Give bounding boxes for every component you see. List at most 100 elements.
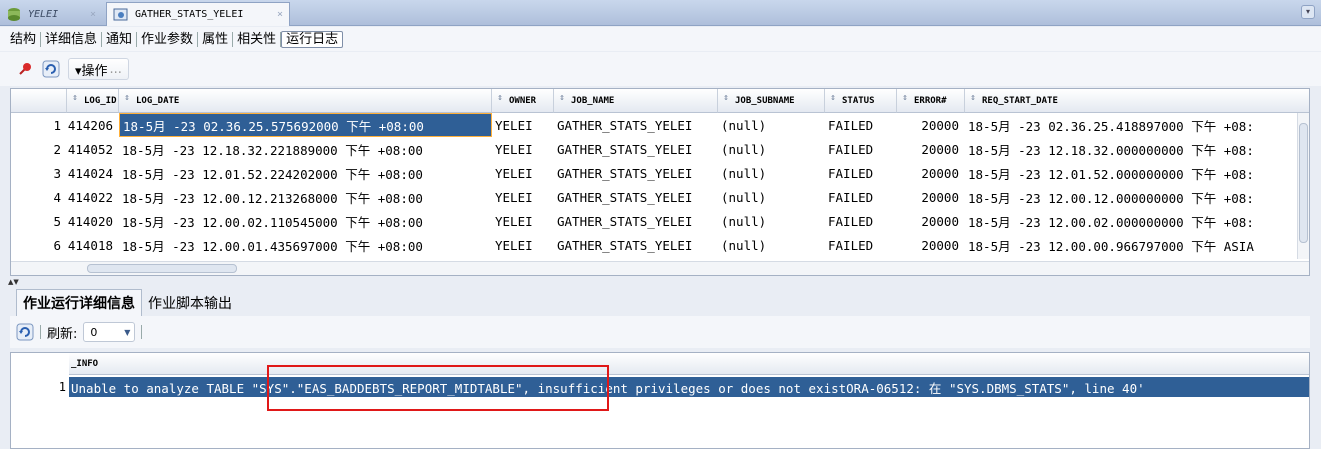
sort-icon: ⇕: [902, 92, 908, 103]
cell-job-subname[interactable]: (null): [718, 233, 825, 257]
column-header-status[interactable]: ⇕ STATUS: [825, 89, 897, 113]
cell-error[interactable]: 20000: [897, 233, 965, 257]
refresh-label: 刷新:: [47, 326, 78, 342]
cell-status[interactable]: FAILED: [825, 161, 897, 185]
cell-owner[interactable]: YELEI: [492, 137, 554, 161]
cell-status[interactable]: FAILED: [825, 113, 897, 137]
subtab-job-params[interactable]: 作业参数: [137, 31, 199, 47]
detail-tabs: 作业运行详细信息 作业脚本输出: [0, 289, 1321, 316]
row-number: 5: [53, 213, 61, 229]
cell-job-name[interactable]: GATHER_STATS_YELEI: [554, 161, 718, 185]
job-icon: [113, 8, 128, 20]
scrollbar-thumb[interactable]: [1299, 123, 1308, 243]
cell-req-start-date[interactable]: 18-5月 -23 12.00.00.966797000 下午 ASIA: [965, 233, 1299, 257]
cell-req-start-date[interactable]: 18-5月 -23 12.01.52.000000000 下午 +08:: [965, 161, 1299, 185]
splitter-arrows[interactable]: ▲▼: [8, 278, 1318, 286]
cell-req-start-date[interactable]: 18-5月 -23 12.00.02.000000000 下午 +08:: [965, 209, 1299, 233]
separator: [40, 325, 41, 339]
cell-owner[interactable]: YELEI: [492, 233, 554, 257]
cell-log-id[interactable]: 414022: [67, 185, 119, 209]
scrollbar-thumb[interactable]: [87, 264, 237, 273]
detail-row[interactable]: Unable to analyze TABLE "SYS"."EAS_BADDE…: [69, 377, 1309, 397]
cell-job-name[interactable]: GATHER_STATS_YELEI: [554, 137, 718, 161]
detail-grid[interactable]: _INFO 1 Unable to analyze TABLE "SYS"."E…: [10, 352, 1310, 449]
subtab-structure[interactable]: 结构: [6, 31, 42, 47]
subtab-dependencies[interactable]: 相关性: [233, 31, 282, 47]
pin-icon[interactable]: [16, 60, 34, 78]
tab-script-output[interactable]: 作业脚本输出: [142, 290, 238, 316]
cell-log-date[interactable]: 18-5月 -23 12.00.12.213268000 下午 +08:00: [119, 185, 492, 209]
tab-list-dropdown-button[interactable]: ▾: [1301, 5, 1315, 19]
horizontal-scrollbar[interactable]: [11, 261, 1309, 275]
actions-menu-button[interactable]: ▾操作 ...: [68, 58, 129, 80]
column-header-info[interactable]: _INFO: [69, 353, 1309, 375]
cell-log-date[interactable]: 18-5月 -23 12.00.02.110545000 下午 +08:00: [119, 209, 492, 233]
cell-log-date[interactable]: 18-5月 -23 12.00.01.435697000 下午 +08:00: [119, 233, 492, 257]
cell-job-subname[interactable]: (null): [718, 209, 825, 233]
cell-status[interactable]: FAILED: [825, 137, 897, 161]
run-log-grid[interactable]: ⇕ LOG_ID ⇕ LOG_DATE ⇕ OWNER ⇕ JOB_NAME ⇕ JOB_…: [10, 88, 1310, 276]
row-number: 2: [53, 141, 61, 157]
tab-run-details[interactable]: 作业运行详细信息: [16, 289, 142, 316]
cell-log-id[interactable]: 414024: [67, 161, 119, 185]
close-icon[interactable]: ×: [277, 9, 283, 20]
cell-req-start-date[interactable]: 18-5月 -23 12.00.12.000000000 下午 +08:: [965, 185, 1299, 209]
cell-error[interactable]: 20000: [897, 185, 965, 209]
cell-error[interactable]: 20000: [897, 161, 965, 185]
column-header-log-id[interactable]: ⇕ LOG_ID: [67, 89, 119, 113]
cell-owner[interactable]: YELEI: [492, 161, 554, 185]
row-number: 3: [53, 165, 61, 181]
cell-status[interactable]: FAILED: [825, 233, 897, 257]
vertical-scrollbar[interactable]: [1297, 113, 1309, 259]
cell-owner[interactable]: YELEI: [492, 113, 554, 137]
cell-job-subname[interactable]: (null): [718, 113, 825, 137]
refresh-icon[interactable]: [16, 323, 34, 341]
cell-log-date[interactable]: 18-5月 -23 02.36.25.575692000 下午 +08:00: [119, 113, 492, 137]
row-number: 4: [53, 189, 61, 205]
row-number: 1: [53, 117, 61, 133]
cell-log-id[interactable]: 414020: [67, 209, 119, 233]
subtab-notification[interactable]: 通知: [102, 31, 138, 47]
cell-log-date[interactable]: 18-5月 -23 12.18.32.221889000 下午 +08:00: [119, 137, 492, 161]
cell-log-id[interactable]: 414052: [67, 137, 119, 161]
tab-yelei-label: YELEI: [28, 8, 59, 20]
cell-job-name[interactable]: GATHER_STATS_YELEI: [554, 233, 718, 257]
refresh-icon[interactable]: [42, 60, 60, 78]
cell-log-id[interactable]: 414206: [67, 113, 119, 137]
tab-gather-stats[interactable]: GATHER_STATS_YELEI ×: [106, 2, 290, 26]
cell-req-start-date[interactable]: 18-5月 -23 02.36.25.418897000 下午 +08:: [965, 113, 1299, 137]
cell-job-subname[interactable]: (null): [718, 161, 825, 185]
cell-error[interactable]: 20000: [897, 209, 965, 233]
subtab-details[interactable]: 详细信息: [41, 31, 103, 47]
cell-status[interactable]: FAILED: [825, 185, 897, 209]
column-header-req-start-date[interactable]: ⇕ REQ_START_DATE: [965, 89, 1309, 113]
tab-yelei[interactable]: YELEI ×: [0, 2, 102, 26]
cell-log-id[interactable]: 414018: [67, 233, 119, 257]
close-icon[interactable]: ×: [90, 9, 96, 20]
refresh-interval-value: 0: [90, 325, 98, 339]
sort-icon: ⇕: [72, 92, 78, 103]
cell-job-name[interactable]: GATHER_STATS_YELEI: [554, 185, 718, 209]
subtab-properties[interactable]: 属性: [198, 31, 234, 47]
actions-ellipsis: ...: [109, 61, 122, 77]
column-header-error[interactable]: ⇕ ERROR#: [897, 89, 965, 113]
cell-req-start-date[interactable]: 18-5月 -23 12.18.32.000000000 下午 +08:: [965, 137, 1299, 161]
cell-job-name[interactable]: GATHER_STATS_YELEI: [554, 113, 718, 137]
sort-icon: ⇕: [830, 92, 836, 103]
cell-owner[interactable]: YELEI: [492, 185, 554, 209]
column-header-log-date[interactable]: ⇕ LOG_DATE: [119, 89, 492, 113]
cell-error[interactable]: 20000: [897, 137, 965, 161]
cell-owner[interactable]: YELEI: [492, 209, 554, 233]
cell-error[interactable]: 20000: [897, 113, 965, 137]
object-subtabs: 结构 详细信息 通知 作业参数 属性 相关性 运行日志: [0, 27, 1321, 51]
refresh-interval-select[interactable]: 0 ▼: [83, 322, 136, 342]
cell-status[interactable]: FAILED: [825, 209, 897, 233]
subtab-run-log[interactable]: 运行日志: [281, 30, 344, 48]
cell-job-subname[interactable]: (null): [718, 137, 825, 161]
cell-log-date[interactable]: 18-5月 -23 12.01.52.224202000 下午 +08:00: [119, 161, 492, 185]
column-header-owner[interactable]: ⇕ OWNER: [492, 89, 554, 113]
cell-job-subname[interactable]: (null): [718, 185, 825, 209]
cell-job-name[interactable]: GATHER_STATS_YELEI: [554, 209, 718, 233]
column-header-job-name[interactable]: ⇕ JOB_NAME: [554, 89, 718, 113]
column-header-job-subname[interactable]: ⇕ JOB_SUBNAME: [718, 89, 825, 113]
